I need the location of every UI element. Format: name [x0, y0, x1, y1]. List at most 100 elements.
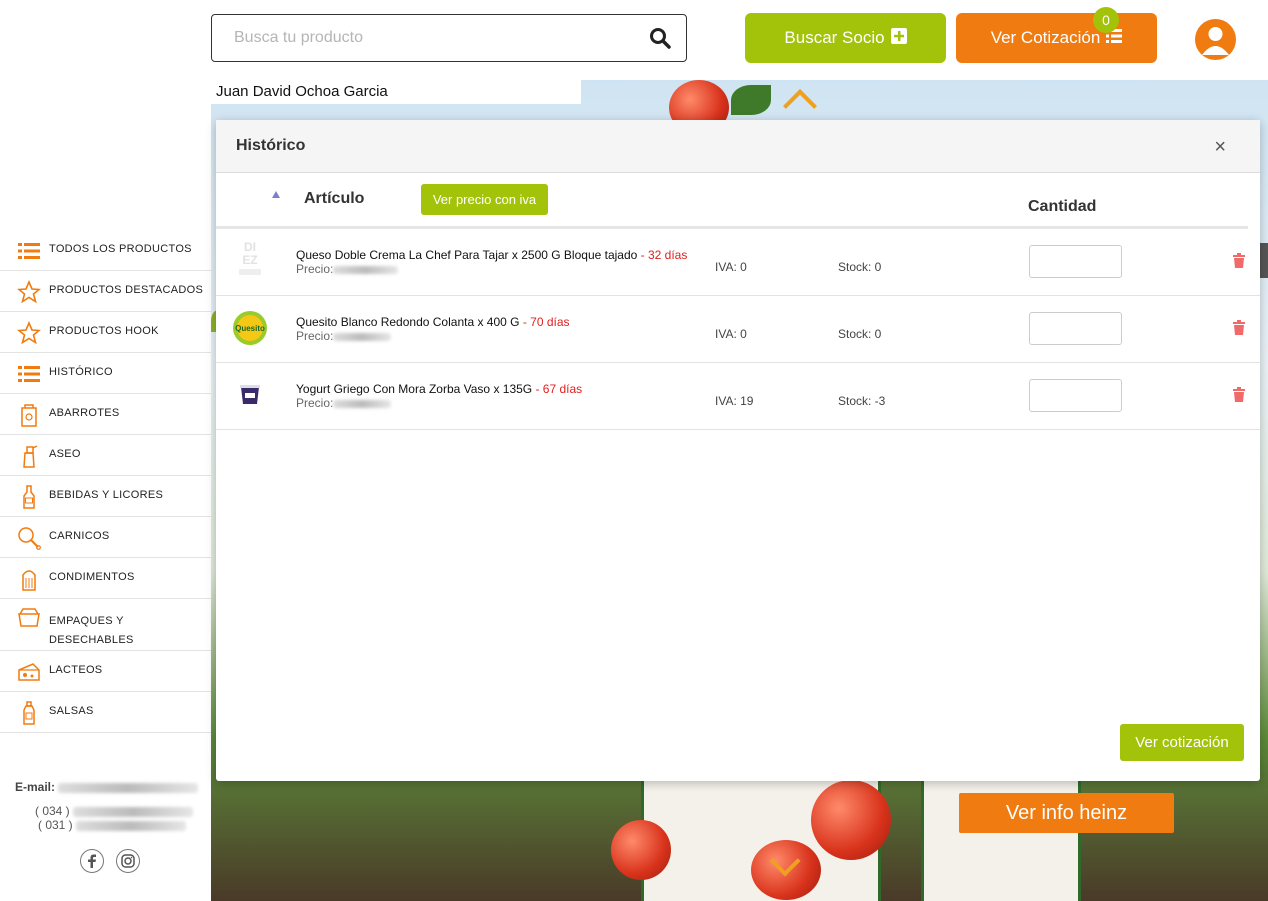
product-thumbnail: DI EZ [230, 240, 270, 281]
product-name: Queso Doble Crema La Chef Para Tajar x 2… [296, 248, 687, 262]
sidebar-item-productos-hook[interactable]: PRODUCTOS HOOK [0, 312, 211, 353]
ver-cotizacion-label: Ver Cotización [990, 28, 1101, 47]
sauce-bottle-icon [16, 700, 41, 725]
days-since-purchase: - 67 días [532, 382, 583, 396]
sidebar-item-historico[interactable]: HISTÓRICO [0, 353, 211, 394]
phone-row-2: ( 031 ) [38, 818, 198, 832]
quantity-input[interactable] [1029, 379, 1122, 412]
sidebar-item-productos-destacados[interactable]: PRODUCTOS DESTACADOS [0, 271, 211, 312]
sidebar-item-abarrotes[interactable]: ABARROTES [0, 394, 211, 435]
category-sidebar: TODOS LOS PRODUCTOS PRODUCTOS DESTACADOS… [0, 230, 211, 733]
product-stock: Stock: 0 [838, 260, 882, 274]
column-articulo[interactable]: Artículo [304, 190, 364, 208]
svg-text:EZ: EZ [242, 253, 257, 267]
phone-2-prefix: ( 031 ) [38, 818, 73, 832]
tomato-image [611, 820, 671, 880]
instagram-icon[interactable] [116, 849, 140, 873]
product-price: Precio: [296, 262, 399, 276]
facebook-icon[interactable] [80, 849, 104, 873]
search-input[interactable] [212, 15, 640, 61]
svg-text:DI: DI [244, 240, 256, 254]
historico-modal: Histórico × Artículo Ver precio con iva … [216, 120, 1260, 781]
table-row: Quesito Quesito Blanco Redondo Colanta x… [216, 296, 1260, 363]
trash-icon[interactable] [1232, 320, 1246, 336]
redacted-phone [76, 820, 187, 831]
product-thumbnail [230, 375, 270, 415]
redacted-price [333, 265, 399, 274]
carousel-up-arrow-icon[interactable] [783, 89, 817, 123]
cart-count-badge: 0 [1093, 7, 1119, 33]
sidebar-item-label: BEBIDAS Y LICORES [49, 489, 164, 501]
product-price: Precio: [296, 396, 392, 410]
quantity-input[interactable] [1029, 245, 1122, 278]
sidebar-item-label: ASEO [49, 448, 81, 460]
sort-ascending-icon[interactable] [272, 191, 280, 198]
modal-title: Histórico [236, 137, 306, 154]
redacted-price [333, 399, 392, 408]
contact-info: E-mail: ( 034 ) ( 031 ) [15, 780, 199, 832]
quantity-input[interactable] [1029, 312, 1122, 345]
trash-icon[interactable] [1232, 387, 1246, 403]
product-name: Quesito Blanco Redondo Colanta x 400 G -… [296, 315, 570, 329]
trash-icon[interactable] [1232, 253, 1246, 269]
search-bar [211, 14, 687, 62]
product-name: Yogurt Griego Con Mora Zorba Vaso x 135G… [296, 382, 582, 396]
sidebar-item-bebidas-y-licores[interactable]: BEBIDAS Y LICORES [0, 476, 211, 517]
modal-header: Histórico × [216, 120, 1260, 173]
ver-info-heinz-button[interactable]: Ver info heinz [959, 793, 1174, 833]
user-avatar-icon[interactable] [1195, 19, 1236, 60]
user-name: Juan David Ochoa Garcia [211, 80, 581, 104]
close-icon[interactable]: × [1214, 136, 1226, 159]
redacted-phone [73, 806, 194, 817]
sidebar-item-label: PRODUCTOS DESTACADOS [49, 284, 204, 296]
search-icon[interactable] [640, 18, 680, 58]
grocery-bag-icon [16, 402, 41, 427]
sidebar-item-lacteos[interactable]: LACTEOS [0, 651, 211, 692]
days-since-purchase: - 70 días [519, 315, 570, 329]
container-icon [16, 605, 41, 630]
sidebar-item-label: HISTÓRICO [49, 366, 113, 378]
sidebar-item-label: TODOS LOS PRODUCTOS [49, 243, 192, 255]
list-icon [16, 361, 41, 386]
sidebar-item-aseo[interactable]: ASEO [0, 435, 211, 476]
table-row: Yogurt Griego Con Mora Zorba Vaso x 135G… [216, 363, 1260, 430]
cheese-icon [16, 659, 41, 684]
email-label: E-mail: [15, 780, 56, 794]
ver-precio-con-iva-button[interactable]: Ver precio con iva [421, 184, 548, 215]
sidebar-item-label: LACTEOS [49, 664, 103, 676]
salt-shaker-icon [16, 566, 41, 591]
product-price: Precio: [296, 329, 392, 343]
phone-row-1: ( 034 ) [35, 804, 198, 818]
ver-cotizacion-modal-button[interactable]: Ver cotización [1120, 724, 1244, 761]
bottle-icon [16, 484, 41, 509]
star-icon [16, 320, 41, 345]
product-iva: IVA: 0 [715, 327, 747, 341]
product-stock: Stock: -3 [838, 394, 886, 408]
price-label: Precio: [296, 329, 334, 343]
table-row: DI EZ Queso Doble Crema La Chef Para Taja… [216, 229, 1260, 296]
sidebar-item-label: EMPAQUES Y DESECHABLES [49, 615, 134, 646]
sidebar-item-todos-los-productos[interactable]: TODOS LOS PRODUCTOS [0, 230, 211, 271]
email-row: E-mail: [15, 780, 199, 794]
tomato-image [811, 780, 891, 860]
buscar-socio-label: Buscar Socio [784, 28, 885, 47]
sidebar-item-carnicos[interactable]: CARNICOS [0, 517, 211, 558]
social-links [80, 849, 140, 873]
product-iva: IVA: 0 [715, 260, 747, 274]
leaf-image [731, 85, 771, 115]
product-iva: IVA: 19 [715, 394, 754, 408]
sidebar-item-empaques-y-desechables[interactable]: EMPAQUES Y DESECHABLES [0, 599, 211, 651]
meat-leg-icon [16, 525, 41, 550]
plus-square-icon [890, 27, 907, 49]
sidebar-item-label: PRODUCTOS HOOK [49, 325, 159, 337]
list-icon [16, 238, 41, 263]
column-cantidad: Cantidad [1028, 198, 1097, 215]
phone-1-prefix: ( 034 ) [35, 804, 70, 818]
buscar-socio-button[interactable]: Buscar Socio [745, 13, 946, 63]
sidebar-item-salsas[interactable]: SALSAS [0, 692, 211, 733]
star-icon [16, 279, 41, 304]
sidebar-item-condimentos[interactable]: CONDIMENTOS [0, 558, 211, 599]
ver-cotizacion-button[interactable]: Ver Cotización [956, 13, 1157, 63]
svg-text:Quesito: Quesito [235, 324, 265, 333]
product-name-text: Quesito Blanco Redondo Colanta x 400 G [296, 315, 520, 329]
